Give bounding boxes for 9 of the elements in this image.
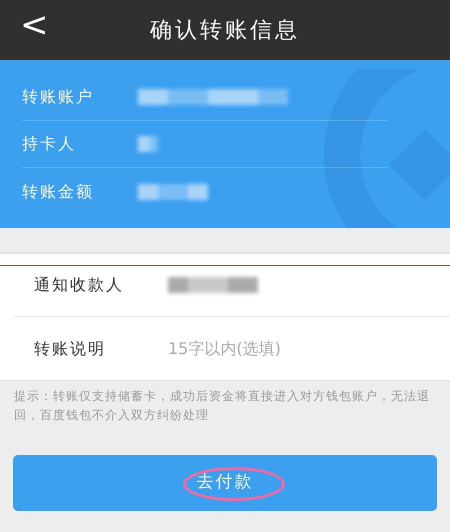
field-label: 转账金额 bbox=[22, 180, 95, 202]
description-input[interactable]: 15字以内(选填) bbox=[168, 336, 368, 360]
field-label: 转账账户 bbox=[22, 86, 95, 108]
hint-text: 提示：转账仅支持储蓄卡，成功后资金将直接进入对方钱包账户，无法退回，百度钱包不介入双方纠纷处理 bbox=[13, 388, 431, 424]
back-button[interactable]: < bbox=[16, 8, 52, 42]
page-title: 确认转账信息 bbox=[150, 16, 300, 44]
field-label: 通知收款人 bbox=[34, 274, 124, 296]
field-label: 转账说明 bbox=[34, 338, 107, 360]
field-label: 持卡人 bbox=[22, 133, 77, 155]
